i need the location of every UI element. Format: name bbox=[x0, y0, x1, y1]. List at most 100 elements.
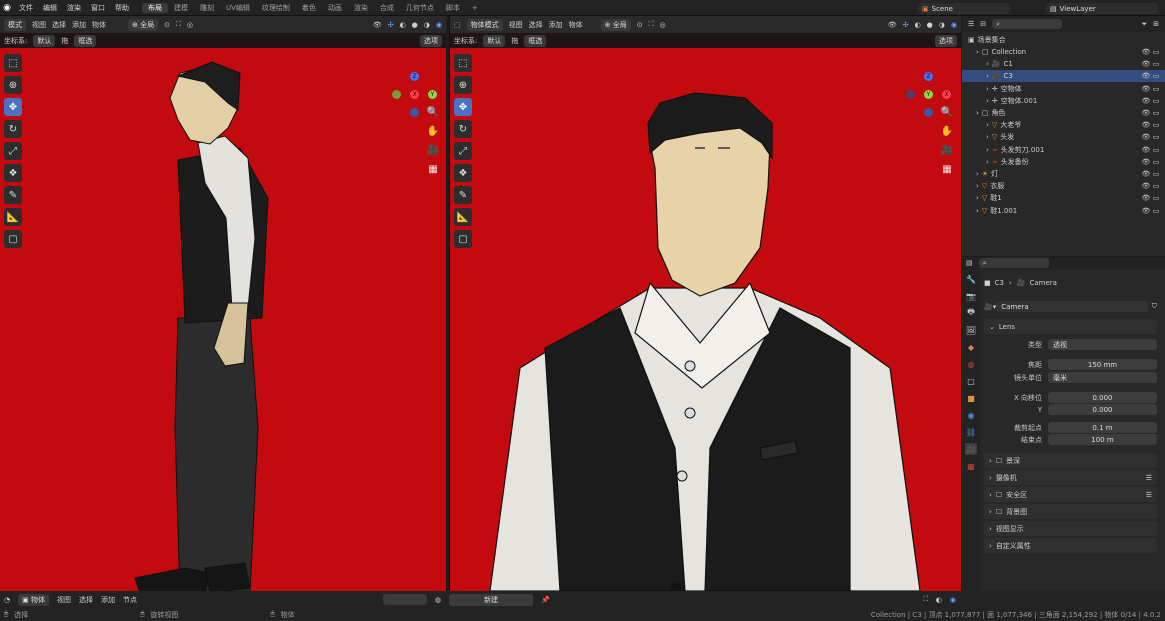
mode-dropdown[interactable]: 模式 bbox=[4, 18, 26, 31]
ortho-grid-icon[interactable]: ▦ bbox=[939, 161, 955, 177]
measure-tool-icon[interactable]: 📐 bbox=[454, 208, 472, 226]
scale-tool-icon[interactable]: ⤢ bbox=[4, 142, 22, 160]
dof-checkbox-icon[interactable]: ☐ bbox=[996, 457, 1002, 465]
scene-tab-icon[interactable]: ◆ bbox=[965, 341, 977, 353]
outliner-row[interactable]: › ▽ 衣服 👁 ▭ bbox=[962, 180, 1165, 192]
add-workspace-button[interactable]: + bbox=[466, 4, 484, 12]
transform-tool-icon[interactable]: ❖ bbox=[454, 164, 472, 182]
workspace-tab-sculpt[interactable]: 雕刻 bbox=[194, 3, 220, 13]
eye-icon[interactable]: 👁 bbox=[1141, 121, 1151, 129]
mode-dropdown[interactable]: 物体模式 bbox=[466, 18, 503, 31]
menu-object[interactable]: 物体 bbox=[569, 20, 583, 30]
outliner-row[interactable]: › ▽ 鞋1 👁 ▭ bbox=[962, 192, 1165, 204]
expand-chevron-icon[interactable]: › bbox=[986, 133, 989, 141]
render-toggle-icon[interactable]: ▭ bbox=[1151, 194, 1161, 202]
transform-orientation-dropdown[interactable]: ⊕ 全局 bbox=[600, 18, 631, 31]
scene-selector[interactable]: ▣ Scene bbox=[918, 3, 1010, 14]
expand-chevron-icon[interactable]: › bbox=[986, 158, 989, 166]
clip-start-field[interactable]: 0.1 m bbox=[1048, 422, 1157, 433]
workspace-tab-scripting[interactable]: 脚本 bbox=[440, 3, 466, 13]
visibility-icon[interactable]: 👁 bbox=[373, 21, 382, 29]
render-toggle-icon[interactable]: ▭ bbox=[1151, 146, 1161, 154]
workspace-tab-modeling[interactable]: 建模 bbox=[168, 3, 194, 13]
shift-x-field[interactable]: 0.000 bbox=[1048, 392, 1157, 403]
gizmo-toggle-icon[interactable]: ✣ bbox=[388, 21, 394, 29]
viewport-left-canvas[interactable] bbox=[0, 48, 446, 591]
outliner-row-scene-collection[interactable]: ▣ 场景集合 bbox=[962, 34, 1165, 46]
gizmo-y-neg-icon[interactable] bbox=[392, 90, 401, 99]
render-toggle-icon[interactable]: ▭ bbox=[1151, 97, 1161, 105]
lens-panel-header[interactable]: ⌄ Lens bbox=[984, 319, 1157, 334]
camera-view-icon[interactable]: 🎥 bbox=[425, 142, 441, 158]
expand-chevron-icon[interactable]: › bbox=[976, 109, 979, 117]
fake-user-shield-icon[interactable]: ⛉ bbox=[1152, 302, 1157, 311]
tool-tab-icon[interactable]: 🔧 bbox=[965, 273, 977, 285]
focal-length-field[interactable]: 150 mm bbox=[1048, 359, 1157, 370]
viewport-display-panel-header[interactable]: › 视图显示 bbox=[984, 521, 1157, 536]
camera-datablock-field[interactable]: Camera bbox=[996, 301, 1148, 312]
shading-material-icon[interactable]: ◑ bbox=[424, 21, 430, 29]
overlay-icon[interactable]: ◐ bbox=[400, 21, 406, 29]
workspace-tab-animation[interactable]: 动画 bbox=[322, 3, 348, 13]
physics-tab-icon[interactable]: ◉ bbox=[965, 409, 977, 421]
properties-editor-icon[interactable]: ▤ bbox=[966, 259, 973, 267]
viewport-left[interactable]: 模式 视图 选择 添加 物体 ⊕ 全局 ⊙ ⛶ ◎ 👁 ✣ ◐ ● ◑ ◉ 坐标… bbox=[0, 16, 446, 591]
expand-chevron-icon[interactable]: › bbox=[976, 194, 979, 202]
outliner-row[interactable]: › ▢ 角色 👁 ▭ bbox=[962, 107, 1165, 119]
bottom-menu-add[interactable]: 添加 bbox=[101, 595, 115, 605]
viewport-right[interactable]: ⬚ 物体模式 视图 选择 添加 物体 ⊕ 全局 ⊙ ⛶ ◎ 👁 ✣ ◐ ● ◑ … bbox=[449, 16, 961, 591]
outliner-row[interactable]: › ☀ 灯 👁 ▭ bbox=[962, 168, 1165, 180]
custom-properties-panel-header[interactable]: › 自定义属性 bbox=[984, 538, 1157, 553]
outliner-row[interactable]: › 🎥 C3 👁 ▭ bbox=[962, 70, 1165, 83]
eye-icon[interactable]: 👁 bbox=[1141, 207, 1151, 215]
shift-y-field[interactable]: 0.000 bbox=[1048, 404, 1157, 415]
gizmo-z-neg-icon[interactable] bbox=[924, 108, 933, 117]
editor-type-icon[interactable]: ⬚ bbox=[454, 21, 461, 29]
cursor-tool-icon[interactable]: ⊕ bbox=[4, 76, 22, 94]
add-cube-tool-icon[interactable]: ▢ bbox=[454, 230, 472, 248]
view-layer-tab-icon[interactable]: 🖼 bbox=[965, 324, 977, 336]
outliner-row[interactable]: › ▢ Collection 👁 ▭ bbox=[962, 46, 1165, 58]
gizmo-y-axis-icon[interactable]: Y bbox=[924, 90, 933, 99]
shading-solid-icon[interactable]: ● bbox=[412, 21, 418, 29]
pin-icon[interactable]: 📌 bbox=[541, 596, 550, 604]
gizmo-y-axis-icon[interactable]: Y bbox=[428, 90, 437, 99]
display-mode-icon[interactable]: ⊟ bbox=[980, 20, 986, 28]
lens-unit-dropdown[interactable]: 毫米 bbox=[1048, 372, 1157, 383]
pan-hand-icon[interactable]: ✋ bbox=[939, 123, 955, 139]
workspace-tab-texture-paint[interactable]: 纹理绘制 bbox=[256, 3, 296, 13]
snap-icon[interactable]: ⛶ bbox=[176, 20, 181, 29]
transform-tool-icon[interactable]: ❖ bbox=[4, 164, 22, 182]
annotate-tool-icon[interactable]: ✎ bbox=[454, 186, 472, 204]
eye-icon[interactable]: 👁 bbox=[1141, 48, 1151, 56]
move-tool-icon[interactable]: ✥ bbox=[4, 98, 22, 116]
gizmo-toggle-icon[interactable]: ✣ bbox=[903, 21, 909, 29]
menu-select[interactable]: 选择 bbox=[529, 20, 543, 30]
outliner-row[interactable]: › ▽ 头发 👁 ▭ bbox=[962, 131, 1165, 143]
camera-data-tab-icon[interactable]: 🎥 bbox=[965, 443, 977, 455]
transform-orientation-dropdown[interactable]: ⊕ 全局 bbox=[128, 18, 159, 31]
background-images-panel-header[interactable]: › ☐ 背景图 bbox=[984, 504, 1157, 519]
eye-icon[interactable]: 👁 bbox=[1141, 97, 1151, 105]
eye-icon[interactable]: 👁 bbox=[1141, 182, 1151, 190]
clip-end-field[interactable]: 100 m bbox=[1048, 434, 1157, 445]
workspace-tab-compositing[interactable]: 合成 bbox=[374, 3, 400, 13]
pivot-icon[interactable]: ⊙ bbox=[637, 21, 643, 29]
zoom-icon[interactable]: 🔍 bbox=[425, 104, 441, 120]
menu-help[interactable]: 帮助 bbox=[110, 3, 134, 13]
expand-chevron-icon[interactable]: › bbox=[976, 207, 979, 215]
gizmo-z-axis-icon[interactable]: Z bbox=[924, 72, 933, 81]
drag-dropdown[interactable]: 框选 bbox=[74, 34, 97, 47]
menu-view[interactable]: 视图 bbox=[509, 20, 523, 30]
scale-tool-icon[interactable]: ⤢ bbox=[454, 142, 472, 160]
camera-panel-header[interactable]: › 摄像机 ☰ bbox=[984, 470, 1157, 485]
expand-chevron-icon[interactable]: › bbox=[986, 146, 989, 154]
menu-add[interactable]: 添加 bbox=[72, 20, 86, 30]
rotate-tool-icon[interactable]: ↻ bbox=[454, 120, 472, 138]
eye-icon[interactable]: 👁 bbox=[1141, 158, 1151, 166]
menu-select[interactable]: 选择 bbox=[52, 20, 66, 30]
gizmo-z-axis-icon[interactable]: Z bbox=[410, 72, 419, 81]
expand-chevron-icon[interactable]: › bbox=[976, 48, 979, 56]
object-tab-icon[interactable]: ■ bbox=[965, 392, 977, 404]
outliner-row[interactable]: › 🎥 C1 👁 ▭ bbox=[962, 58, 1165, 70]
